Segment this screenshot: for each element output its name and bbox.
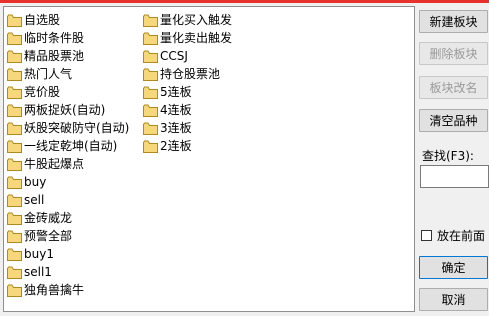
folder-icon	[7, 158, 22, 171]
folder-icon	[7, 32, 22, 45]
block-list-item[interactable]: 量化买入触发	[143, 11, 232, 29]
folder-icon	[7, 140, 22, 153]
block-list-item[interactable]: buy	[7, 173, 129, 191]
block-list-item-label: 一线定乾坤(自动)	[24, 139, 118, 153]
block-list-item[interactable]: 5连板	[143, 83, 232, 101]
block-list-item[interactable]: 独角兽擒牛	[7, 281, 129, 299]
block-list-item[interactable]: 热门人气	[7, 65, 129, 83]
folder-icon	[7, 50, 22, 63]
block-list-item-label: 4连板	[160, 103, 192, 117]
folder-icon	[7, 14, 22, 27]
search-label: 查找(F3):	[422, 149, 474, 163]
block-list-item[interactable]: 自选股	[7, 11, 129, 29]
folder-icon	[7, 122, 22, 135]
block-list-item[interactable]: 竞价股	[7, 83, 129, 101]
block-list-item-label: 自选股	[24, 13, 61, 27]
folder-icon	[7, 68, 22, 81]
block-list-item-label: 持仓股票池	[160, 67, 221, 81]
folder-icon	[143, 104, 158, 117]
folder-icon	[7, 284, 22, 297]
block-list-item[interactable]: 一线定乾坤(自动)	[7, 137, 129, 155]
block-list-item[interactable]: 金砖威龙	[7, 209, 129, 227]
block-list-item-label: 量化卖出触发	[160, 31, 233, 45]
block-list-item-label: 量化买入触发	[160, 13, 233, 27]
folder-icon	[7, 266, 22, 279]
search-input[interactable]	[420, 165, 489, 188]
block-list-item[interactable]: 牛股起爆点	[7, 155, 129, 173]
block-list-item-label: 两板捉妖(自动)	[24, 103, 106, 117]
folder-icon	[7, 104, 22, 117]
put-first-option[interactable]: 放在前面	[421, 227, 485, 244]
folder-icon	[143, 140, 158, 153]
cancel-button[interactable]: 取消	[419, 288, 488, 311]
block-list-column-1: 自选股临时条件股精品股票池热门人气竞价股两板捉妖(自动) 妖股突破防守(自动) 一线…	[7, 11, 129, 299]
block-list-item-label: buy1	[24, 247, 54, 261]
block-list[interactable]: 自选股临时条件股精品股票池热门人气竞价股两板捉妖(自动) 妖股突破防守(自动) 一线…	[3, 6, 415, 312]
clear-items-button[interactable]: 清空品种	[419, 109, 488, 132]
folder-icon	[143, 50, 158, 63]
block-list-item[interactable]: 4连板	[143, 101, 232, 119]
put-first-label: 放在前面	[437, 229, 486, 243]
title-bar-strip	[0, 0, 489, 3]
block-list-item-label: 竞价股	[24, 85, 61, 99]
block-list-item[interactable]: buy1	[7, 245, 129, 263]
delete-block-button[interactable]: 删除板块	[419, 42, 488, 65]
folder-icon	[7, 176, 22, 189]
block-list-item-label: 预警全部	[24, 229, 73, 243]
folder-icon	[7, 248, 22, 261]
block-list-item-label: 临时条件股	[24, 31, 85, 45]
folder-icon	[7, 212, 22, 225]
folder-icon	[7, 86, 22, 99]
ok-button[interactable]: 确定	[419, 256, 488, 279]
block-list-item-label: 金砖威龙	[24, 211, 73, 225]
block-list-item-label: 牛股起爆点	[24, 157, 85, 171]
block-list-item[interactable]: 预警全部	[7, 227, 129, 245]
folder-icon	[7, 230, 22, 243]
new-block-button[interactable]: 新建板块	[419, 10, 488, 33]
block-list-item-label: sell1	[24, 265, 52, 279]
block-list-item[interactable]: 2连板	[143, 137, 232, 155]
block-list-item-label: 精品股票池	[24, 49, 85, 63]
block-list-item-label: 2连板	[160, 139, 192, 153]
folder-icon	[143, 32, 158, 45]
block-list-item-label: CCSJ	[160, 49, 188, 63]
rename-block-button[interactable]: 板块改名	[419, 76, 488, 99]
block-list-item-label: 热门人气	[24, 67, 73, 81]
put-first-checkbox[interactable]	[421, 230, 432, 241]
block-list-item[interactable]: 持仓股票池	[143, 65, 232, 83]
folder-icon	[143, 86, 158, 99]
block-list-item[interactable]: sell1	[7, 263, 129, 281]
block-list-item-label: 妖股突破防守(自动)	[24, 121, 130, 135]
block-list-item-label: buy	[24, 175, 47, 189]
block-list-item-label: 3连板	[160, 121, 192, 135]
block-list-item-label: 5连板	[160, 85, 192, 99]
block-list-item-label: 独角兽擒牛	[24, 283, 85, 297]
folder-icon	[143, 122, 158, 135]
block-list-item[interactable]: 量化卖出触发	[143, 29, 232, 47]
block-list-item-label: sell	[24, 193, 45, 207]
block-list-column-2: 量化买入触发 量化卖出触发 CCSJ 持仓股票池 5连板 4连板 3连板 2连板	[143, 11, 232, 155]
folder-icon	[7, 194, 22, 207]
block-list-item[interactable]: CCSJ	[143, 47, 232, 65]
block-list-item[interactable]: sell	[7, 191, 129, 209]
folder-icon	[143, 68, 158, 81]
block-list-item[interactable]: 精品股票池	[7, 47, 129, 65]
block-list-item[interactable]: 3连板	[143, 119, 232, 137]
block-list-item[interactable]: 临时条件股	[7, 29, 129, 47]
block-list-item[interactable]: 两板捉妖(自动)	[7, 101, 129, 119]
folder-icon	[143, 14, 158, 27]
block-list-item[interactable]: 妖股突破防守(自动)	[7, 119, 129, 137]
